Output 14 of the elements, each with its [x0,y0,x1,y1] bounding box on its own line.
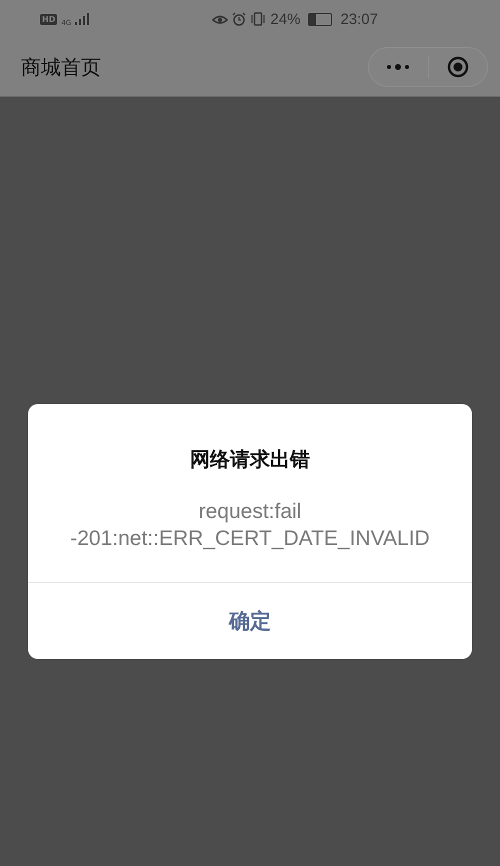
eye-icon [212,13,228,25]
page-title: 商城首页 [21,54,101,80]
battery-percent: 24% [270,10,300,28]
battery-icon [308,12,332,26]
target-icon [446,56,469,78]
signal-icon [75,13,90,25]
confirm-button[interactable]: 确定 [28,583,472,659]
more-icon [386,63,410,71]
dialog-message: request:fail -201:net::ERR_CERT_DATE_INVALID [69,499,431,552]
status-time: 23:07 [340,10,378,28]
alarm-icon [232,12,246,26]
vibrate-icon [250,12,266,26]
dialog-title: 网络请求出错 [189,446,311,473]
hd-badge: HD [40,14,58,24]
